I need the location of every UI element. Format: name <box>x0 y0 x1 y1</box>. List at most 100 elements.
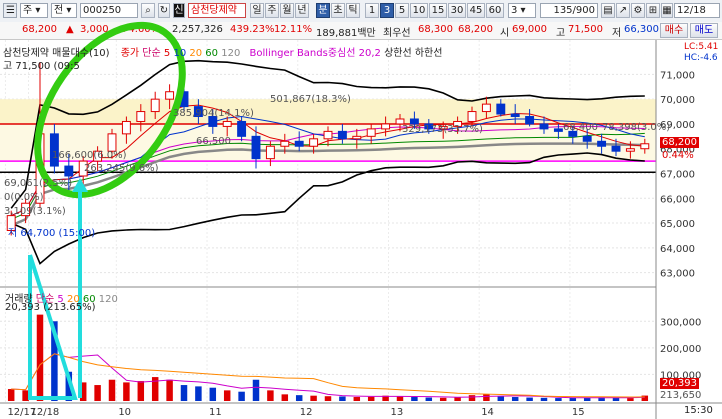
volume-bar <box>209 387 217 401</box>
candle-body <box>280 140 290 147</box>
candle-body <box>150 98 160 113</box>
volume-bar <box>223 390 231 401</box>
volume-bar <box>137 381 145 401</box>
time-axis-end: 15:30 <box>684 405 713 416</box>
time-tick-label: 15 <box>572 407 585 418</box>
candle-body <box>640 143 650 150</box>
volume-bar <box>511 397 519 401</box>
candle-body <box>222 120 232 127</box>
volume-bar <box>468 395 476 401</box>
volume-bar <box>7 389 15 401</box>
vp-label-1: 501,867(18.3%) <box>270 94 351 105</box>
volume-bar <box>497 396 505 401</box>
current-price-pct: 0.44% <box>662 150 694 161</box>
price-tick-label: 66,000 <box>660 194 695 205</box>
volume-bar <box>483 394 490 401</box>
volume-bar <box>123 382 130 401</box>
candle-body <box>323 130 333 140</box>
volume-bar <box>540 397 548 401</box>
candle-body <box>597 140 607 147</box>
volume-bar <box>612 397 620 401</box>
legend-upper: 상한선 <box>384 48 412 59</box>
candle-body <box>136 111 146 122</box>
volume-bar <box>22 390 29 401</box>
time-tick-label: 11 <box>209 407 222 418</box>
volume-bar <box>353 397 361 401</box>
candle-body <box>64 165 74 177</box>
candle-body <box>366 128 376 137</box>
candle-body <box>381 123 391 130</box>
candle-body <box>467 111 477 122</box>
volume-current-2: 213,650 <box>660 390 702 401</box>
volume-bar <box>439 397 447 401</box>
volume-bar <box>295 395 303 401</box>
low-marker: 저 64,700 (15:00) <box>8 228 96 239</box>
time-tick-label: 12/18 <box>30 407 59 418</box>
vol-ma120: 120 <box>98 294 118 305</box>
candle-body <box>309 138 319 147</box>
candle-body <box>121 120 131 135</box>
price-volume-chart[interactable]: 71,00070,00069,00068,00067,00066,00065,0… <box>0 0 722 419</box>
candle-body <box>611 145 621 152</box>
volume-bar <box>526 397 533 401</box>
vp-label-8: 3,109(3.1%) <box>4 206 66 217</box>
candle-body <box>107 133 117 152</box>
volume-bar <box>94 385 101 401</box>
volume-bar <box>367 396 375 401</box>
vp-label-6: 69,061(2.5%) <box>4 178 73 189</box>
vp-label-5: 263,245(9.6%) <box>84 163 159 174</box>
volume-bar <box>36 314 44 401</box>
candle-body <box>481 103 491 113</box>
price-tick-label: 65,000 <box>660 219 695 230</box>
legend-ma120: 120 <box>221 48 241 59</box>
high-marker: 고 71,500 (09:5 <box>3 57 80 72</box>
volume-bar <box>555 398 562 401</box>
legend-ma20: 20 <box>189 48 203 59</box>
legend-ma5: 5 <box>163 48 171 59</box>
legend-ma-label: 단순 <box>142 48 161 59</box>
volume-current-badge: 20,393 <box>660 378 699 389</box>
vp-label-2: 385,904(14.1%) <box>173 108 254 119</box>
candle-body <box>525 116 535 125</box>
volume-bar <box>166 379 173 401</box>
vp-label-10: 68,400 <box>563 122 598 133</box>
legend-ma10: 10 <box>173 48 187 59</box>
candle-body <box>165 91 175 100</box>
price-tick-label: 63,000 <box>660 269 695 280</box>
volume-bar <box>324 396 332 401</box>
hc-label: HC:-4.6 <box>684 53 718 63</box>
candle-body <box>265 145 275 160</box>
volume-bar <box>627 398 634 401</box>
candle-body <box>582 135 592 142</box>
volume-tick-label: 200,000 <box>660 344 701 355</box>
volume-bar <box>425 397 433 401</box>
candle-body <box>539 123 549 130</box>
vp-label-3: 329,173(33.7%) <box>402 124 483 135</box>
volume-bar <box>281 394 289 401</box>
volume-bar <box>310 395 317 401</box>
high-marker-text: 고 71,500 (09:5 <box>3 61 80 72</box>
candle-body <box>625 148 635 152</box>
volume-bar <box>195 386 202 401</box>
volume-value-row: 20,393 (213.65%) <box>5 302 95 313</box>
volume-bar <box>641 395 649 401</box>
time-tick-label: 10 <box>118 407 131 418</box>
legend-bollinger: Bollinger Bands중심선 20,2 <box>249 48 381 59</box>
lc-label: LC:5.41 <box>684 42 719 52</box>
volume-bar <box>411 397 418 401</box>
volume-bar <box>396 396 404 401</box>
legend-ma60: 60 <box>205 48 219 59</box>
volume-bar <box>238 391 245 401</box>
candle-body <box>337 130 347 140</box>
price-tick-label: 67,000 <box>660 170 695 181</box>
volume-bar <box>454 397 461 401</box>
candle-body <box>294 140 304 147</box>
volume-bar <box>267 390 274 401</box>
price-tick-label: 70,000 <box>660 95 695 106</box>
volume-bar <box>569 397 577 401</box>
candle-body <box>237 120 247 137</box>
volume-bar <box>339 396 346 401</box>
legend-close: 종가 <box>120 48 140 59</box>
vp-label-11: 78,398(3.0%) <box>602 122 671 133</box>
candle-body <box>352 135 362 140</box>
